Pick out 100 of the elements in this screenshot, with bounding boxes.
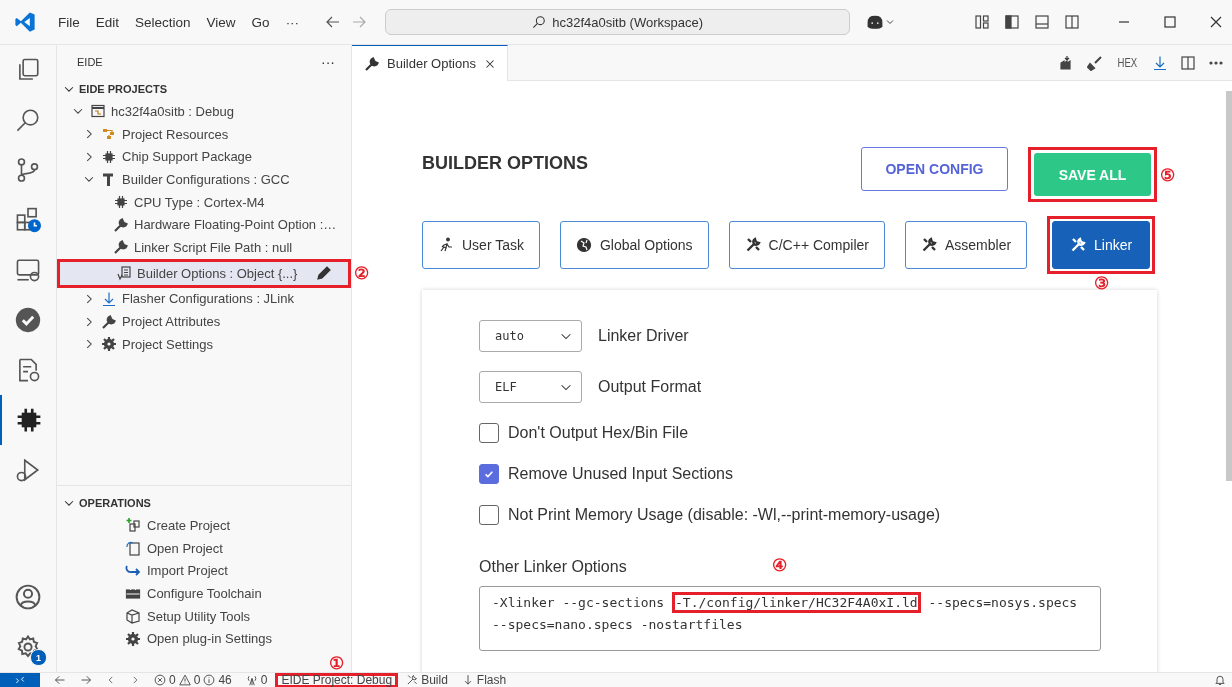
callout-number: ④	[772, 557, 787, 574]
checkbox-label[interactable]: Not Print Memory Usage (disable: -Wl,--print-memory-usage)	[508, 506, 941, 524]
operation-item[interactable]: Import Project	[57, 559, 351, 583]
menu-item[interactable]: View	[198, 14, 244, 30]
problems-status[interactable]: 0 0 46	[154, 673, 232, 687]
tree-item[interactable]: Builder Options : Object {...}	[60, 261, 348, 285]
forward-arrow-icon[interactable]	[80, 674, 92, 686]
hex-button[interactable]: HEX	[1117, 55, 1138, 70]
chip-icon	[113, 194, 129, 211]
tools-icon	[406, 674, 419, 686]
operation-item[interactable]: Open plug-in Settings	[57, 627, 351, 651]
chip-icon[interactable]	[16, 407, 42, 433]
gear-icon	[125, 630, 141, 647]
app-logo-icon	[14, 11, 36, 33]
bell-icon[interactable]	[1214, 674, 1226, 686]
flash-status[interactable]: Flash	[461, 673, 507, 687]
options-tab[interactable]: Linker	[1052, 221, 1151, 269]
options-tab[interactable]: Assembler	[904, 221, 1028, 269]
tree-item[interactable]: CPU Type : Cortex-M4	[57, 190, 351, 214]
copilot-icon[interactable]	[866, 13, 885, 31]
project-icon	[90, 103, 106, 120]
open-config-button[interactable]: OPEN CONFIG	[861, 147, 1008, 191]
document-list-icon	[116, 265, 132, 282]
callout-number: ③	[1093, 275, 1109, 292]
antenna-icon	[245, 674, 258, 686]
checkbox[interactable]	[479, 505, 499, 525]
remote-monitor-icon[interactable]	[15, 257, 41, 283]
close-icon[interactable]	[1208, 14, 1224, 30]
dropdown[interactable]: auto	[479, 320, 582, 352]
menu-item[interactable]: File	[50, 14, 88, 30]
settings-gear-icon[interactable]	[15, 634, 41, 660]
checkbox[interactable]	[479, 464, 499, 484]
pencil-icon[interactable]	[316, 265, 332, 282]
chevron-left-icon[interactable]	[106, 675, 116, 685]
tree-item[interactable]: Builder Configurations : GCC	[57, 168, 351, 191]
running-person-icon	[438, 237, 454, 253]
download-arrow-icon	[101, 290, 117, 307]
split-editor-icon[interactable]	[1180, 54, 1196, 71]
chevron-right-icon[interactable]	[130, 675, 140, 685]
add-windows-icon	[125, 517, 141, 534]
more-actions-icon[interactable]: ···	[321, 53, 335, 70]
operation-item[interactable]: Setup Utility Tools	[57, 604, 351, 628]
toggle-panel-icon[interactable]	[1034, 14, 1050, 30]
menu-item[interactable]: Selection	[127, 14, 199, 30]
info-icon	[203, 674, 216, 686]
tree-item[interactable]: Project Settings	[57, 332, 351, 356]
operation-item[interactable]: Configure Toolchain	[57, 582, 351, 605]
search-icon	[532, 15, 547, 29]
section-header[interactable]: EIDE PROJECTS	[57, 78, 351, 100]
field-label: Linker Driver	[598, 327, 689, 345]
tree-item[interactable]: Hardware Floating-Point Option :…	[57, 213, 351, 237]
extensions-clock-icon[interactable]	[15, 207, 41, 233]
options-tab[interactable]: User Task	[422, 221, 540, 269]
build-status[interactable]: Build	[406, 673, 448, 687]
run-debug-icon[interactable]	[15, 457, 41, 483]
options-tab[interactable]: Global Options	[560, 221, 709, 269]
back-arrow-icon[interactable]	[325, 14, 342, 30]
broom-icon[interactable]	[1087, 54, 1104, 71]
wrench-icon	[364, 55, 380, 72]
checkbox-label[interactable]: Remove Unused Input Sections	[508, 465, 733, 483]
account-icon[interactable]	[15, 584, 41, 610]
tree-item[interactable]: Chip Support Package	[57, 145, 351, 169]
tree-item[interactable]: Project Attributes	[57, 310, 351, 333]
operation-item[interactable]: Open Project	[57, 536, 351, 560]
checkbox-label[interactable]: Don't Output Hex/Bin File	[508, 424, 689, 442]
tree-item[interactable]: Flasher Configurations : JLink	[57, 287, 351, 311]
back-arrow-icon[interactable]	[54, 674, 66, 686]
callout-number: ⑤	[1160, 166, 1175, 183]
check-circle-icon[interactable]	[15, 307, 41, 333]
callout-number: ①	[329, 654, 345, 672]
tree-item[interactable]: hc32f4a0sitb : Debug	[57, 100, 351, 123]
scrollbar[interactable]	[1226, 91, 1232, 481]
menu-item[interactable]: Go	[243, 14, 278, 30]
box-icon	[125, 608, 141, 625]
wrench-icon	[101, 313, 117, 330]
download-arrow-icon[interactable]	[1152, 54, 1168, 71]
checkbox[interactable]	[479, 423, 499, 443]
dropdown[interactable]: ELF	[479, 371, 582, 403]
editor-tab[interactable]: Builder Options	[352, 45, 508, 81]
tree-item[interactable]: Linker Script File Path : null	[57, 236, 351, 259]
ports-status[interactable]: 0	[245, 673, 268, 687]
operation-item[interactable]: Create Project	[57, 514, 351, 537]
menu-item[interactable]: Edit	[87, 14, 128, 30]
layout-customize-icon[interactable]	[974, 14, 990, 30]
project-status[interactable]: EIDE Project: Debug	[281, 673, 393, 687]
search-icon[interactable]	[15, 107, 41, 133]
error-icon	[154, 674, 166, 686]
command-center-search[interactable]: hc32f4a0sitb (Workspace)	[385, 9, 851, 35]
menu-item[interactable]: ···	[277, 14, 308, 30]
gear-icon	[101, 336, 117, 353]
options-tab[interactable]: C/C++ Compiler	[728, 221, 885, 269]
maximize-icon[interactable]	[1162, 14, 1178, 30]
text-area[interactable]: -Xlinker --gc-sections -T./config/linker/HC32F4A0xI.ld --specs=nosys.specs --specs=nano.specs -nostartfiles	[479, 586, 1101, 651]
sidebar-title: EIDE	[77, 55, 103, 68]
toggle-secondary-sidebar-icon[interactable]	[1064, 14, 1080, 30]
remote-button[interactable]	[0, 672, 40, 687]
section-header[interactable]: OPERATIONS	[57, 492, 351, 514]
tree-item[interactable]: Project Resources	[57, 122, 351, 146]
toggle-sidebar-icon[interactable]	[1004, 14, 1020, 30]
source-control-icon[interactable]	[15, 157, 41, 183]
